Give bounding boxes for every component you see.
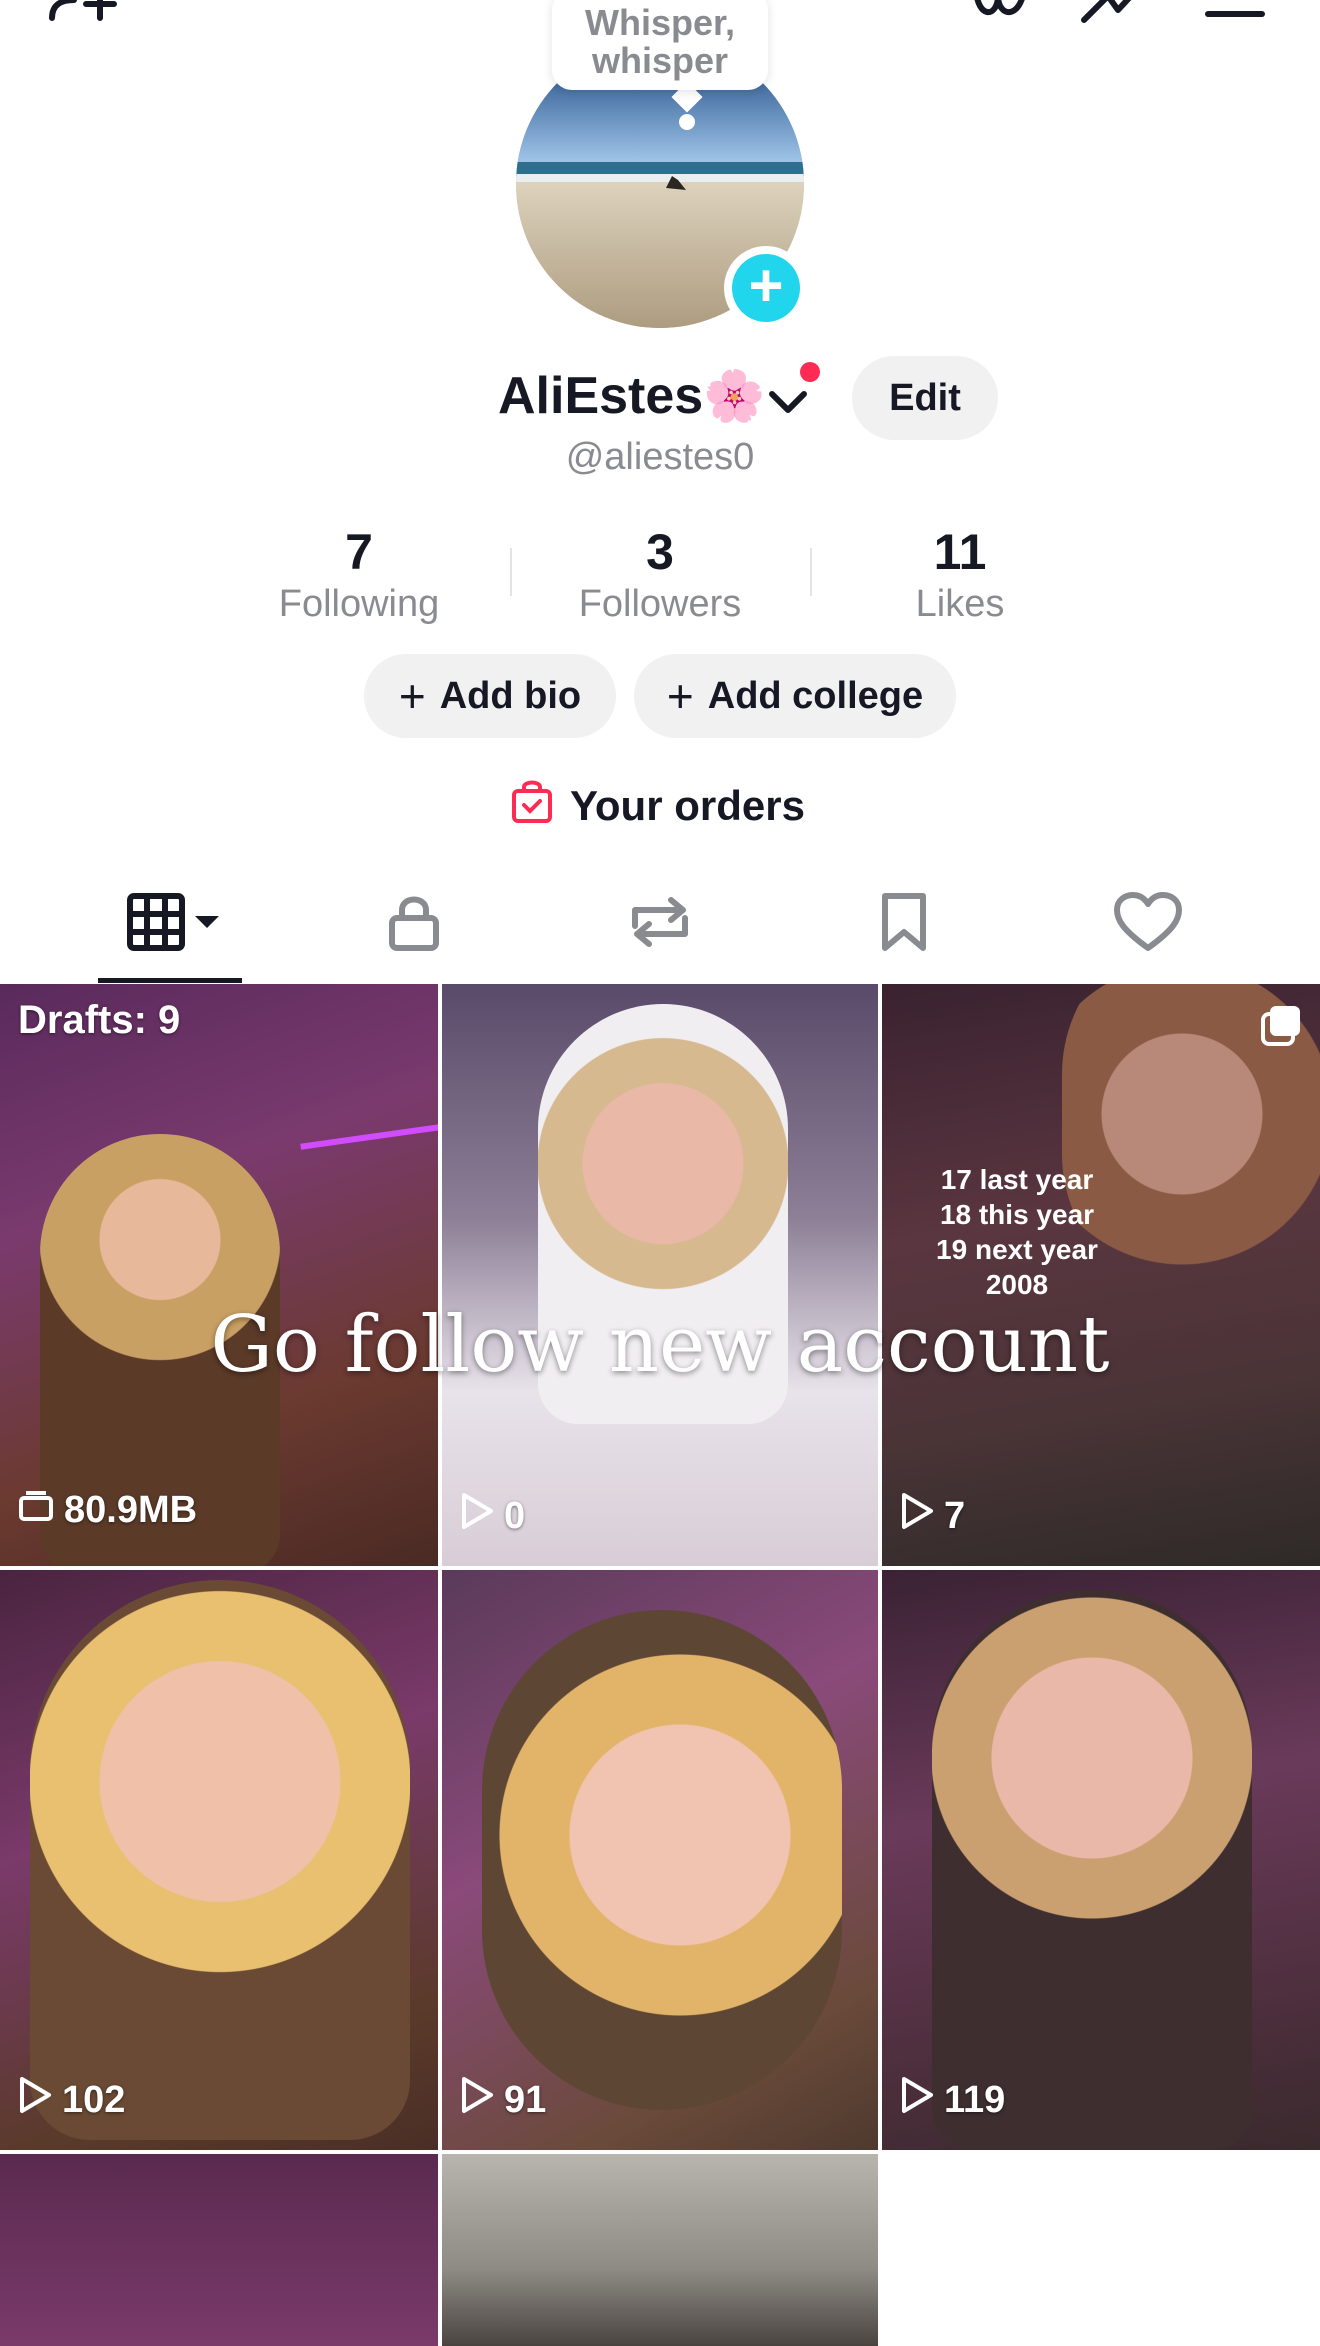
play-icon	[460, 2076, 494, 2124]
person-silhouette	[932, 1590, 1252, 2150]
creator-tools-icon[interactable]	[966, 0, 1036, 26]
video-tile[interactable]	[442, 2154, 878, 2346]
add-bio-button[interactable]: + Add bio	[364, 654, 616, 738]
video-tile[interactable]: 102	[0, 1570, 438, 2150]
your-orders-label: Your orders	[570, 782, 805, 829]
grid-icon	[125, 892, 225, 957]
profile-name-text: AliEstes	[498, 367, 704, 425]
person-silhouette	[30, 1580, 410, 2140]
tab-videos[interactable]	[120, 886, 230, 962]
bubble-line-1: Whisper,	[584, 2, 736, 43]
drafts-size: 80.9MB	[18, 1488, 197, 1532]
video-tile[interactable]	[0, 2154, 438, 2346]
view-count-value: 91	[504, 2078, 547, 2121]
plus-icon: +	[732, 254, 800, 322]
video-tile[interactable]: 0	[442, 984, 878, 1566]
view-count-value: 102	[62, 2078, 126, 2121]
play-icon	[18, 2076, 52, 2124]
profile-name-row: AliEstes🌸 Edit	[0, 356, 1320, 440]
play-icon	[460, 1492, 494, 1540]
profile-handle: @aliestes0	[565, 436, 755, 478]
lock-icon	[386, 892, 442, 957]
likes-count: 11	[933, 524, 987, 580]
drafts-label: Drafts: 9	[18, 998, 181, 1042]
drafts-tile[interactable]: Drafts: 9 80.9MB	[0, 984, 438, 1566]
active-tab-indicator	[98, 978, 242, 983]
add-story-button[interactable]: +	[724, 246, 808, 330]
flower-emoji: 🌸	[703, 368, 766, 424]
repost-icon	[625, 892, 695, 957]
view-count: 102	[18, 2076, 125, 2124]
tab-reposts[interactable]	[610, 886, 710, 962]
following-count: 7	[345, 524, 373, 580]
your-orders-link[interactable]: Your orders	[510, 776, 805, 836]
tab-favorites[interactable]	[854, 886, 954, 962]
analytics-icon[interactable]	[1078, 0, 1148, 26]
profile-name[interactable]: AliEstes🌸	[498, 366, 765, 426]
add-college-button[interactable]: + Add college	[634, 654, 956, 738]
view-count: 91	[460, 2076, 546, 2124]
plus-icon: +	[666, 670, 694, 722]
likes-label: Likes	[915, 583, 1005, 625]
photo-mode-icon	[1260, 1004, 1302, 1051]
neon-light-strip	[300, 1124, 438, 1150]
tile-caption: 17 last year 18 this year 19 next year 2…	[936, 1164, 1098, 1300]
status-speech-bubble[interactable]: Whisper, whisper	[552, 0, 768, 90]
tab-liked[interactable]	[1098, 886, 1198, 962]
heart-icon	[1113, 891, 1183, 957]
add-college-label: Add college	[707, 674, 924, 717]
stat-divider	[510, 548, 512, 596]
followers-count: 3	[646, 524, 674, 580]
following-label: Following	[278, 583, 440, 625]
view-count: 7	[900, 1492, 965, 1540]
add-bio-label: Add bio	[439, 674, 582, 717]
view-count: 0	[460, 1492, 525, 1540]
bubble-line-2: whisper	[591, 40, 729, 81]
view-count-value: 0	[504, 1494, 526, 1537]
account-switch-chevron-icon[interactable]	[764, 378, 812, 426]
view-count: 119	[900, 2076, 1005, 2124]
bookmark-icon	[879, 892, 929, 957]
view-count-value: 7	[944, 1494, 966, 1537]
drafts-size-value: 80.9MB	[64, 1488, 198, 1531]
person-silhouette	[482, 1610, 842, 2110]
view-count-value: 119	[944, 2078, 1006, 2121]
bubble-dot-icon	[679, 114, 695, 130]
menu-icon[interactable]	[1204, 0, 1274, 26]
video-tile[interactable]: 119	[882, 1570, 1320, 2150]
video-overlay-text: Go follow new account	[210, 1300, 1110, 1390]
shopping-bag-icon	[510, 777, 554, 835]
stat-likes[interactable]: 11 Likes	[830, 522, 1090, 626]
stat-divider	[810, 548, 812, 596]
notification-dot	[800, 362, 820, 382]
play-icon	[900, 2076, 934, 2124]
edit-profile-button[interactable]: Edit	[852, 356, 998, 440]
stat-following[interactable]: 7 Following	[229, 522, 489, 626]
video-tile[interactable]: 17 last year 18 this year 19 next year 2…	[882, 984, 1320, 1566]
video-tile[interactable]: 91	[442, 1570, 878, 2150]
tab-private[interactable]	[364, 886, 464, 962]
play-icon	[900, 1492, 934, 1540]
followers-label: Followers	[578, 583, 742, 625]
add-friend-icon[interactable]	[44, 0, 117, 26]
storage-icon	[18, 1488, 54, 1532]
stat-followers[interactable]: 3 Followers	[530, 522, 790, 626]
shirt-logo	[478, 1375, 845, 1502]
plus-icon: +	[398, 670, 426, 722]
